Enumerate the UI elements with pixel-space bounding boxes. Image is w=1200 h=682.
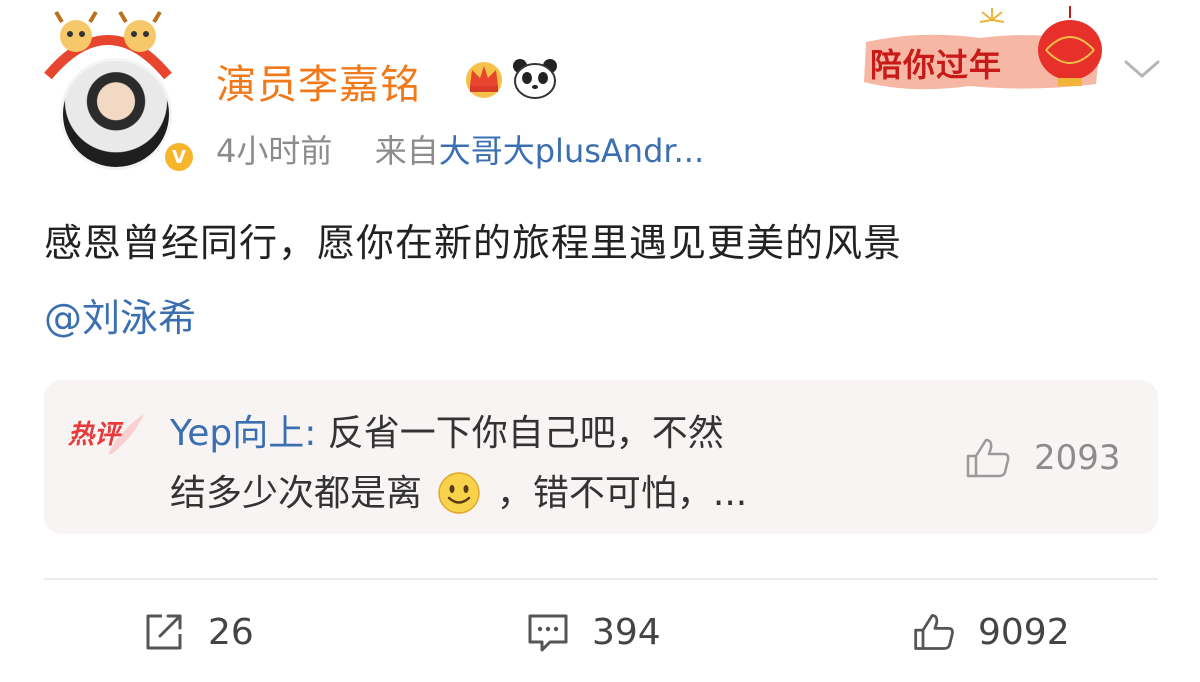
avatar[interactable] [60,58,172,170]
panda-icon [513,59,557,99]
username[interactable]: 演员李嘉铭 [216,52,421,110]
divider [44,578,1158,580]
crown-icon [466,62,502,98]
thumbs-up-icon [966,438,1010,478]
comment-button[interactable]: 394 [526,608,661,656]
comment-like-button[interactable]: 2093 [964,436,1121,480]
comment-author[interactable]: Yep向上: [170,413,316,454]
mention-link[interactable]: @刘泳希 [44,287,196,342]
like-count: 9092 [978,611,1070,653]
comment-text-1: 反省一下你自己吧，不然 [327,413,724,454]
banner-text: 陪你过年 [870,46,1003,84]
repost-button[interactable]: 26 [142,608,254,656]
post-meta: 4小时前 来自大哥大plusAndr... [216,126,704,172]
hot-comment[interactable]: 热评 Yep向上: 反省一下你自己吧，不然 结多少次都是离 ，错不可怕，... … [44,380,1158,534]
post-text: 感恩曾经同行，愿你在新的旅程里遇见更美的风景 [44,221,903,265]
verified-badge-icon: V [162,140,196,174]
chevron-down-icon[interactable] [1120,54,1164,84]
comment-text-2: 结多少次都是离 [170,473,423,514]
comment-line-2: 结多少次都是离 ，错不可怕，... [170,464,747,516]
post-time: 4小时前 [216,132,333,170]
comment-line-1: Yep向上: 反省一下你自己吧，不然 [170,404,724,456]
hot-comment-badge: 热评 [68,410,144,456]
comment-like-count: 2093 [1034,438,1121,478]
source-prefix: 来自 [374,132,439,170]
comment-icon [528,614,568,652]
like-button[interactable]: 9092 [912,608,1070,656]
comment-count: 394 [592,611,661,653]
comment-text-3: ，错不可怕，... [496,473,748,514]
repost-count: 26 [208,611,254,653]
avatar-container[interactable]: V [38,10,196,175]
smile-emoji-icon [438,472,481,514]
thumbs-up-icon [914,614,954,650]
festival-banner[interactable]: 陪你过年 [860,4,1110,100]
source-app-link[interactable]: 大哥大plusAndr... [439,132,704,170]
repost-icon [146,614,182,650]
